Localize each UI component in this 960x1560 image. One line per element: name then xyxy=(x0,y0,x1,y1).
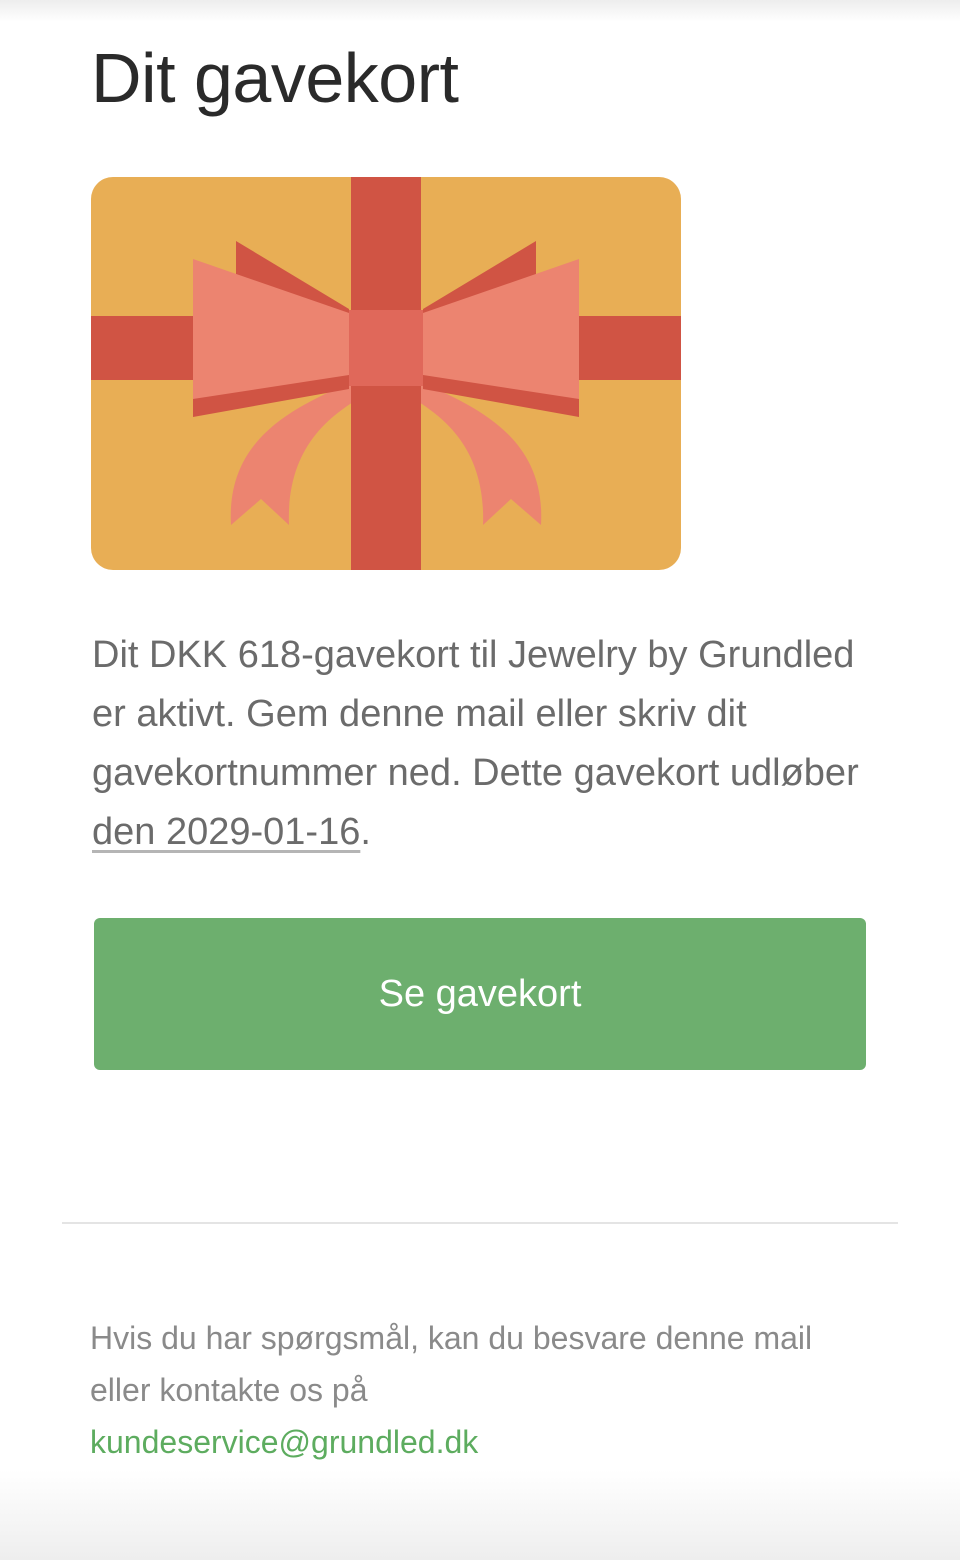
message-end: . xyxy=(360,811,371,853)
gift-card-image xyxy=(91,177,681,570)
bow-knot xyxy=(349,310,423,386)
divider xyxy=(62,1222,898,1224)
email-page: Dit gavekort Dit DKK 618-gavekort til Je xyxy=(0,0,960,1560)
footer-text: Hvis du har spørgsmål, kan du besvare de… xyxy=(90,1312,850,1468)
expiry-date: den 2029-01-16 xyxy=(92,811,361,853)
view-gift-card-button[interactable]: Se gavekort xyxy=(94,918,866,1070)
gift-card-bow-icon xyxy=(91,177,681,570)
top-shade xyxy=(0,0,960,22)
support-email-link[interactable]: kundeservice@grundled.dk xyxy=(90,1424,478,1460)
message-intro: Dit DKK 618-gavekort til Jewelry by Grun… xyxy=(92,634,859,794)
footer-message: Hvis du har spørgsmål, kan du besvare de… xyxy=(90,1320,813,1408)
view-gift-card-label: Se gavekort xyxy=(378,972,582,1015)
gift-card-message: Dit DKK 618-gavekort til Jewelry by Grun… xyxy=(92,626,872,862)
page-title: Dit gavekort xyxy=(91,39,459,117)
bottom-shade xyxy=(0,1470,960,1560)
